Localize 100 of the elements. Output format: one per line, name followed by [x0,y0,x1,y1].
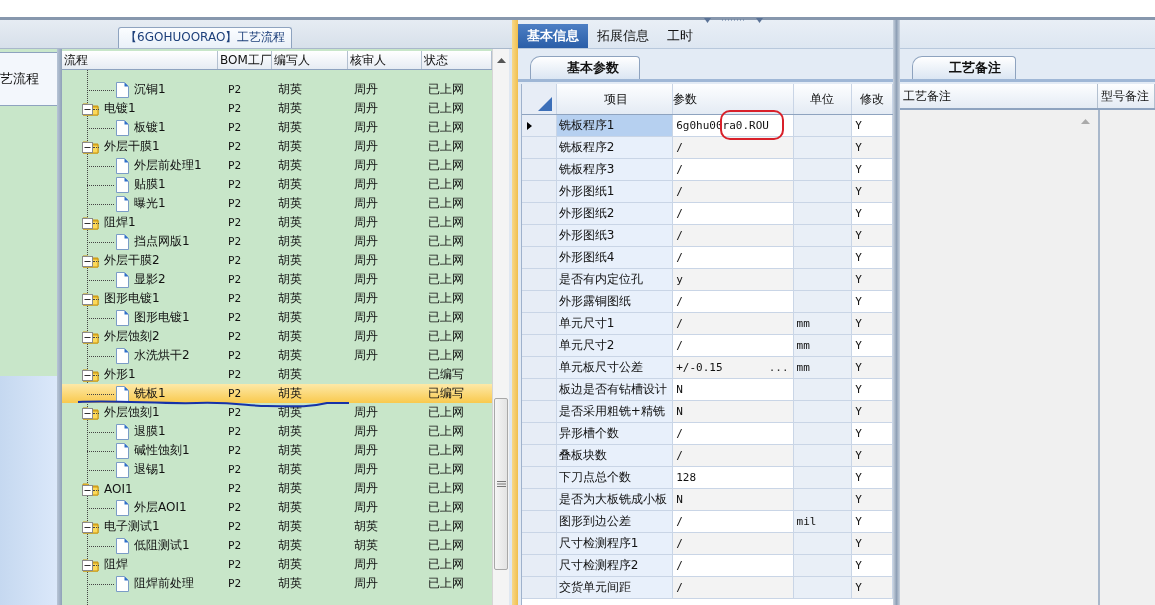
tree-item-label[interactable]: 低阻测试1 [134,537,190,554]
table-cell[interactable]: / [673,445,794,466]
column-header[interactable]: 核审人 [348,51,422,69]
tree-item-label[interactable]: 退膜1 [134,423,166,440]
tree-row[interactable]: 阻焊 P2 胡英 周丹 已上网 [62,555,492,574]
collapse-icon[interactable] [82,560,93,571]
tree-row[interactable]: 曝光1 P2 胡英 周丹 已上网 [62,194,492,213]
tree-row[interactable]: 阻焊前处理 P2 胡英 周丹 已上网 [62,574,492,593]
tree-item-label[interactable]: 外层蚀刻1 [104,404,160,421]
tree-item-label[interactable]: AOI1 [104,481,133,496]
tree-item-label[interactable]: 板镀1 [134,119,166,136]
tree-row[interactable]: 低阻测试1 P2 胡英 胡英 已上网 [62,536,492,555]
tree-row[interactable]: 碱性蚀刻1 P2 胡英 周丹 已上网 [62,441,492,460]
column-header[interactable]: 参数 [673,84,794,114]
table-cell[interactable]: / [673,291,794,312]
tree-row[interactable]: 电镀1 P2 胡英 周丹 已上网 [62,99,492,118]
table-cell[interactable]: N [673,489,794,510]
tree-item-label[interactable]: 外层干膜2 [104,252,160,269]
tree-row[interactable]: 退膜1 P2 胡英 周丹 已上网 [62,422,492,441]
collapse-icon[interactable] [82,485,93,496]
column-header[interactable]: 型号备注 [1098,84,1155,108]
table-cell[interactable]: / [673,225,794,246]
tree-item-label[interactable]: 退锡1 [134,461,166,478]
tab[interactable]: 工艺备注 [912,56,1016,79]
table-cell[interactable]: 128 [673,467,794,488]
collapse-icon[interactable] [82,294,93,305]
column-header[interactable]: 单位 [793,84,853,114]
collapse-icon[interactable] [82,104,93,115]
scroll-thumb[interactable] [494,398,508,570]
table-cell[interactable]: / [673,423,794,444]
scroll-up-icon[interactable] [497,57,506,63]
tree-item-label[interactable]: 外层AOI1 [134,499,187,516]
tree-row[interactable]: 外层干膜1 P2 胡英 周丹 已上网 [62,137,492,156]
tree-row[interactable]: 外层蚀刻1 P2 胡英 周丹 已上网 [62,403,492,422]
column-header[interactable]: 项目 [556,84,674,114]
table-cell[interactable]: / [673,137,794,158]
table-cell[interactable]: / [673,181,794,202]
tree-row[interactable]: 贴膜1 P2 胡英 周丹 已上网 [62,175,492,194]
tree-item-label[interactable]: 铣板1 [134,385,166,402]
tree-row[interactable]: 板镀1 P2 胡英 周丹 已上网 [62,118,492,137]
table-cell[interactable]: / [673,247,794,268]
document-tab[interactable]: 【6GOHUOORAO】工艺流程 [118,27,293,48]
tab[interactable]: 工时 [658,24,702,48]
table-cell[interactable]: N [673,401,794,422]
table-cell[interactable]: / [673,555,794,576]
collapse-icon[interactable] [82,522,93,533]
splitter-grip-icon[interactable] [704,18,764,24]
tree-item-label[interactable]: 电镀1 [104,100,136,117]
tree-row[interactable]: 挡点网版1 P2 胡英 周丹 已上网 [62,232,492,251]
collapse-icon[interactable] [82,218,93,229]
collapse-icon[interactable] [82,408,93,419]
tree-row[interactable]: 显影2 P2 胡英 周丹 已上网 [62,270,492,289]
tree-item-label[interactable]: 电子测试1 [104,518,160,535]
scrollbar[interactable] [492,49,509,605]
tree-item-label[interactable]: 外层前处理1 [134,157,202,174]
tree-row[interactable]: 水洗烘干2 P2 胡英 周丹 已上网 [62,346,492,365]
table-cell[interactable]: N [673,379,794,400]
collapse-icon[interactable] [82,256,93,267]
row-header[interactable] [522,115,557,136]
tree-item-label[interactable]: 图形电镀1 [104,290,160,307]
collapse-icon[interactable] [82,142,93,153]
tree-item-label[interactable]: 阻焊前处理 [134,575,194,592]
table-cell[interactable]: / [673,159,794,180]
tree-row[interactable]: 沉铜1 P2 胡英 周丹 已上网 [62,80,492,99]
tree-item-label[interactable]: 碱性蚀刻1 [134,442,190,459]
tree-row[interactable]: 图形电镀1 P2 胡英 周丹 已上网 [62,308,492,327]
tree-row[interactable]: 电子测试1 P2 胡英 胡英 已上网 [62,517,492,536]
table-cell[interactable]: / [673,533,794,554]
tab[interactable]: 基本参数 [530,56,640,79]
table-cell[interactable]: y [673,269,794,290]
tree-item-label[interactable]: 挡点网版1 [134,233,190,250]
splitter[interactable] [893,20,900,605]
tree-item-label[interactable]: 显影2 [134,271,166,288]
table-cell[interactable]: / [673,313,794,334]
tree-row[interactable]: 外层前处理1 P2 胡英 周丹 已上网 [62,156,492,175]
table-cell[interactable]: +/-0.15 ... [673,357,794,378]
column-header[interactable]: 流程 [62,51,218,69]
tree-row[interactable]: 外层干膜2 P2 胡英 周丹 已上网 [62,251,492,270]
tree-row[interactable]: 外层蚀刻2 P2 胡英 周丹 已上网 [62,327,492,346]
tree-item-label[interactable]: 外层干膜1 [104,138,160,155]
tab[interactable]: 拓展信息 [588,24,658,48]
collapse-icon[interactable] [82,332,93,343]
tree-row[interactable]: 外层AOI1 P2 胡英 周丹 已上网 [62,498,492,517]
tree-item-label[interactable]: 贴膜1 [134,176,166,193]
tree-item-label[interactable]: 水洗烘干2 [134,347,190,364]
table-cell[interactable]: / [673,511,794,532]
tree-item-label[interactable]: 图形电镀1 [134,309,190,326]
tab[interactable]: 基本信息 [518,24,588,48]
corner-cell[interactable] [522,84,557,114]
splitter[interactable] [57,49,62,605]
tree-row[interactable]: 图形电镀1 P2 胡英 周丹 已上网 [62,289,492,308]
table-cell[interactable]: / [673,577,794,598]
tree-row[interactable]: 阻焊1 P2 胡英 周丹 已上网 [62,213,492,232]
tree-row[interactable]: AOI1 P2 胡英 周丹 已上网 [62,479,492,498]
ellipsis-button[interactable]: ... [768,361,789,374]
tree-item-label[interactable]: 阻焊 [104,556,128,573]
column-header[interactable]: 编写人 [272,51,348,69]
tree-row[interactable]: 退锡1 P2 胡英 周丹 已上网 [62,460,492,479]
tree-row[interactable]: 铣板1 P2 胡英 已编写 [62,384,492,403]
table-cell[interactable]: / [673,203,794,224]
